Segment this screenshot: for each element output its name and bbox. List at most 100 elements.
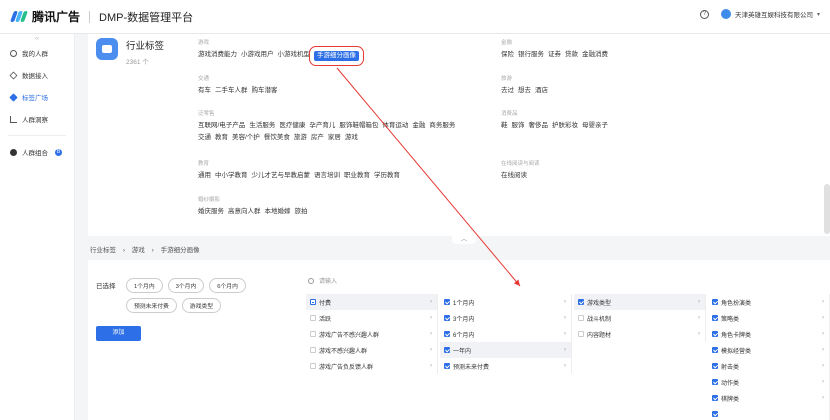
checkbox[interactable] xyxy=(444,299,450,305)
tag-item[interactable]: 在线阅读 xyxy=(501,172,527,180)
tag-item[interactable]: 游戏消费能力 xyxy=(198,51,237,61)
checkbox[interactable] xyxy=(712,315,718,321)
tag-item[interactable]: 通用 xyxy=(198,172,211,180)
brand-logo[interactable]: 腾讯广告 xyxy=(9,8,80,25)
cascader-option[interactable]: 3个月内 › xyxy=(440,310,571,326)
checkbox[interactable] xyxy=(712,299,718,305)
tag-item[interactable]: 想去 xyxy=(518,87,531,95)
tag-item[interactable]: 美容/个护 xyxy=(232,134,260,142)
tag-item[interactable]: 本地婚嫁 xyxy=(265,208,291,216)
tag-item[interactable]: 二手车人群 xyxy=(215,87,248,95)
add-button[interactable]: 添加 xyxy=(96,326,141,341)
tag-item[interactable]: 家居 xyxy=(328,134,341,142)
checkbox[interactable] xyxy=(578,315,584,321)
cascader-option[interactable]: 游戏类型 › xyxy=(574,294,705,310)
checkbox[interactable] xyxy=(310,299,316,305)
tag-item[interactable]: 购车潜客 xyxy=(252,87,278,95)
tag-item[interactable]: 商务服务 xyxy=(429,122,455,130)
selected-chip[interactable]: 1个月内 xyxy=(126,278,163,293)
tag-item[interactable]: 小游戏机型 xyxy=(278,51,311,61)
tag-item[interactable]: 证券 xyxy=(548,51,561,59)
tag-item[interactable]: 少儿才艺与早教启蒙 xyxy=(252,172,311,180)
tag-item[interactable]: 去过 xyxy=(501,87,514,95)
tag-item[interactable]: 母婴亲子 xyxy=(582,122,608,130)
tag-item[interactable]: 鞋 xyxy=(501,122,508,130)
checkbox[interactable] xyxy=(712,363,718,369)
tag-item[interactable]: 语言培训 xyxy=(314,172,340,180)
tag-item[interactable]: 中小学教育 xyxy=(215,172,248,180)
cascader-option[interactable]: 游戏广告负反馈人群 › xyxy=(306,358,437,374)
tag-item[interactable]: 教育 xyxy=(215,134,228,142)
cascader-option[interactable]: 棋牌类 › xyxy=(708,390,829,406)
cascader-option[interactable]: 动作类 › xyxy=(708,374,829,390)
cascader-option[interactable]: 6个月内 › xyxy=(440,326,571,342)
checkbox[interactable] xyxy=(712,347,718,353)
tag-item[interactable]: 餐饮美食 xyxy=(264,134,290,142)
checkbox[interactable] xyxy=(444,347,450,353)
sidebar-item-tag-square[interactable]: 标签广场 xyxy=(0,86,74,108)
checkbox[interactable] xyxy=(444,331,450,337)
tag-item[interactable]: 高意向人群 xyxy=(228,208,261,216)
tag-item[interactable]: 旅拍 xyxy=(295,208,308,216)
cascader-option[interactable]: 游戏不感兴趣人群 › xyxy=(306,342,437,358)
checkbox[interactable] xyxy=(444,315,450,321)
selected-chip[interactable]: 3个月内 xyxy=(167,278,205,293)
tag-item[interactable]: 体育运动 xyxy=(382,122,408,130)
tag-item[interactable]: 游戏 xyxy=(345,134,358,142)
tag-item[interactable]: 奢侈品 xyxy=(529,122,549,130)
checkbox[interactable] xyxy=(712,395,718,401)
tag-item[interactable]: 旅游 xyxy=(294,134,307,142)
checkbox[interactable] xyxy=(310,315,316,321)
tag-item[interactable]: 孕产育儿 xyxy=(309,122,335,130)
checkbox[interactable] xyxy=(310,331,316,337)
sidebar-item-my-audience[interactable]: 我的人群 xyxy=(0,42,74,64)
breadcrumb-item[interactable]: 行业标签 xyxy=(90,247,116,254)
cascader-option[interactable]: 战斗机制 › xyxy=(574,310,705,326)
search-input[interactable]: 请输入 xyxy=(308,276,337,285)
tag-item[interactable]: 服饰鞋帽箱包 xyxy=(339,122,378,130)
tag-item[interactable]: 婚庆服务 xyxy=(198,208,224,216)
tag-item[interactable]: 生活服务 xyxy=(249,122,275,130)
cascader-option[interactable]: 付费 › xyxy=(306,294,437,310)
checkbox[interactable] xyxy=(310,363,316,369)
cascader-option[interactable]: 游戏广告不感兴趣人群 › xyxy=(306,326,437,342)
sidebar-item-audience-insight[interactable]: 人群洞察 xyxy=(0,108,74,130)
sidebar-item-data-access[interactable]: 数据接入 xyxy=(0,64,74,86)
tag-item[interactable]: 职业教育 xyxy=(344,172,370,180)
checkbox[interactable] xyxy=(444,363,450,369)
tag-item[interactable]: 有车 xyxy=(198,87,211,95)
tag-item[interactable]: 医疗健康 xyxy=(279,122,305,130)
breadcrumb-item[interactable]: 游戏 xyxy=(132,247,145,254)
tag-item[interactable]: 酒店 xyxy=(535,87,548,95)
checkbox[interactable] xyxy=(712,379,718,385)
tag-item[interactable]: 互联网/电子产品 xyxy=(198,122,245,130)
collapse-panel-button[interactable]: ︿ xyxy=(452,236,476,244)
checkbox[interactable] xyxy=(310,347,316,353)
tag-item[interactable]: 房产 xyxy=(311,134,324,142)
tag-item[interactable]: 交通 xyxy=(198,134,211,142)
cascader-option[interactable]: 活跃 › xyxy=(306,310,437,326)
account-switcher[interactable]: 天津英雄互娱科技有限公司 ▾ xyxy=(720,9,820,19)
question-icon[interactable]: ? xyxy=(699,9,709,19)
selected-chip[interactable]: 6个月内 xyxy=(209,278,246,293)
cascader-option[interactable]: 角色扮演类 › xyxy=(708,294,829,310)
checkbox[interactable] xyxy=(578,299,584,305)
cascader-option[interactable]: 射击类 › xyxy=(708,358,829,374)
tag-item[interactable]: 贷款 xyxy=(565,51,578,59)
tag-item[interactable]: 服饰 xyxy=(512,122,525,130)
checkbox[interactable] xyxy=(712,331,718,337)
cascader-option[interactable]: 角色卡牌类 › xyxy=(708,326,829,342)
cascader-option[interactable]: 一年内 › xyxy=(440,342,571,358)
cascader-option[interactable]: 模拟经营类 › xyxy=(708,342,829,358)
tag-item[interactable]: 银行服务 xyxy=(518,51,544,59)
tag-item[interactable]: 学历教育 xyxy=(374,172,400,180)
tag-item[interactable]: 手游细分画像 xyxy=(309,46,364,66)
cascader-option[interactable]: 预测未来付费 › xyxy=(440,358,571,374)
checkbox[interactable] xyxy=(578,331,584,337)
tag-item[interactable]: 小游戏用户 xyxy=(241,51,274,61)
cascader-option[interactable] xyxy=(708,406,829,420)
tag-item[interactable]: 金融 xyxy=(412,122,425,130)
tag-item[interactable]: 保险 xyxy=(501,51,514,59)
cascader-option[interactable]: 1个月内 › xyxy=(440,294,571,310)
cascader-option[interactable]: 策略类 › xyxy=(708,310,829,326)
